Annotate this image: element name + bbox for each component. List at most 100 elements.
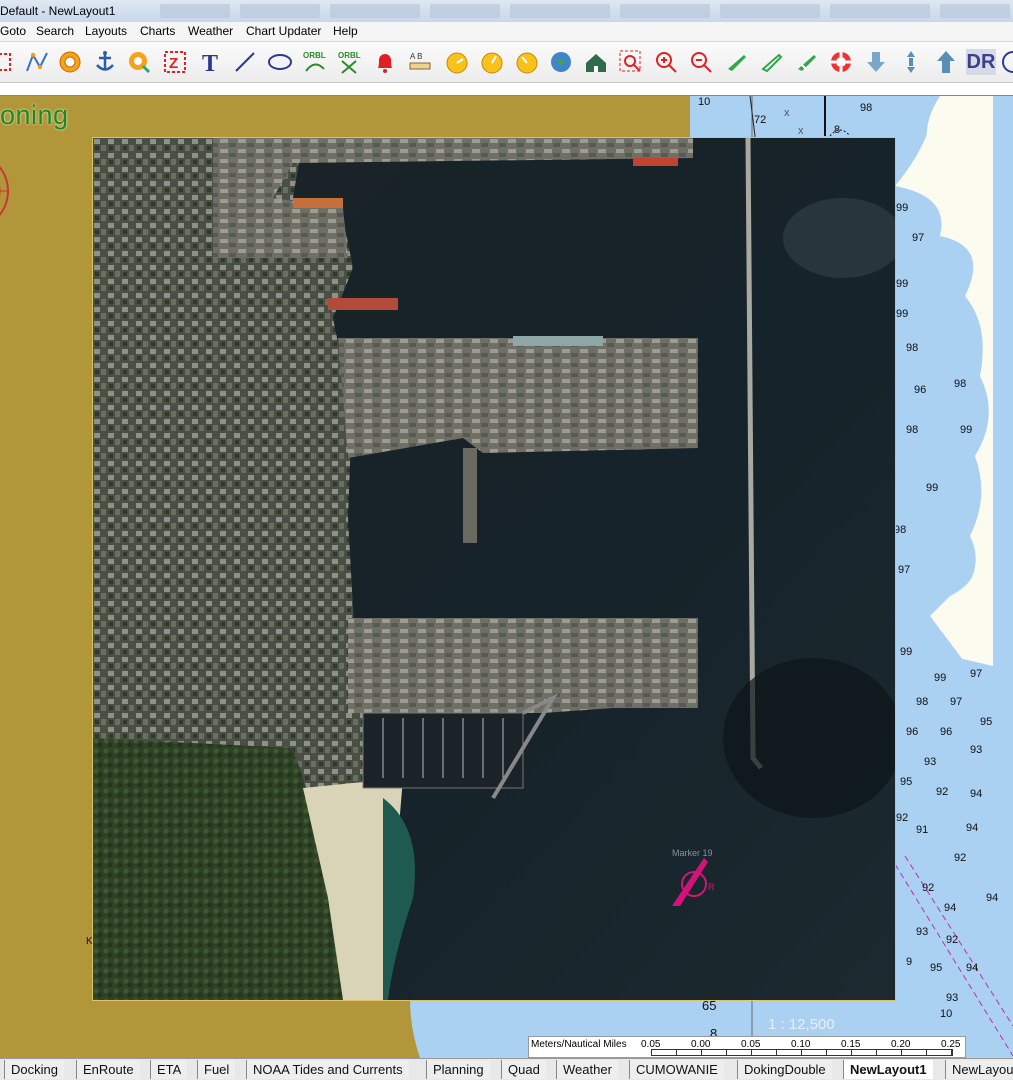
tab-newlayout1[interactable]: NewLayout1 xyxy=(843,1060,933,1079)
depth-sounding: 92 xyxy=(946,934,959,946)
menu-layouts[interactable]: Layouts xyxy=(82,22,130,41)
depth-sounding: 96 xyxy=(914,384,927,396)
tab-docking[interactable]: Docking xyxy=(4,1060,64,1079)
depth-sounding: 99 xyxy=(896,308,909,320)
chart-view[interactable]: x x 10 98 72 8 99 97 99 99 98 96 98 98 9… xyxy=(0,96,1013,1058)
svg-text:R: R xyxy=(708,882,715,892)
extra-tool-icon[interactable] xyxy=(998,47,1013,77)
depth-sounding: 98 xyxy=(906,342,919,354)
orbl-cross-icon[interactable]: ORBL xyxy=(335,47,365,77)
anchor-tool-icon[interactable] xyxy=(90,47,120,77)
svg-text:x: x xyxy=(798,125,804,137)
compass-rose-icon xyxy=(0,166,9,216)
menu-goto[interactable]: Goto xyxy=(0,22,29,41)
route-icon[interactable] xyxy=(22,47,52,77)
depth-sounding: 97 xyxy=(912,232,925,244)
depth-sounding: 92 xyxy=(896,812,909,824)
depth-sounding: 91 xyxy=(916,824,929,836)
orbl-icon[interactable]: ORBL xyxy=(300,47,330,77)
lifebuoy-icon[interactable] xyxy=(826,47,856,77)
svg-text:Z: Z xyxy=(169,55,178,72)
depth-sounding: 72 xyxy=(754,114,767,126)
depth-sounding: 93 xyxy=(916,926,929,938)
svg-text:x: x xyxy=(784,107,790,119)
tab-weather[interactable]: Weather xyxy=(556,1060,618,1079)
boat-2-icon[interactable] xyxy=(757,47,787,77)
zoom-box-icon[interactable] xyxy=(616,47,646,77)
alarm-bell-icon[interactable] xyxy=(370,47,400,77)
depth-sounding: 98 xyxy=(906,424,919,436)
svg-text:ORBL: ORBL xyxy=(338,51,361,60)
menu-search[interactable]: Search xyxy=(33,22,77,41)
depth-sounding: 96 xyxy=(906,726,919,738)
satellite-imagery xyxy=(93,138,895,1000)
tab-cumowanie[interactable]: CUMOWANIE xyxy=(629,1060,724,1079)
dr-label: DR xyxy=(966,49,996,75)
menu-weather[interactable]: Weather xyxy=(185,22,236,41)
depth-sounding: 96 xyxy=(940,726,953,738)
menu-chart-updater[interactable]: Chart Updater xyxy=(243,22,324,41)
boat-icon[interactable] xyxy=(722,47,752,77)
waypoint-icon[interactable] xyxy=(0,47,18,77)
menu-help[interactable]: Help xyxy=(330,22,361,41)
tab-quad[interactable]: Quad xyxy=(501,1060,546,1079)
depth-sounding: 94 xyxy=(944,902,957,914)
depth-sounding: 10 xyxy=(698,96,711,108)
zone-icon[interactable]: Z xyxy=(160,47,190,77)
home-icon[interactable] xyxy=(581,47,611,77)
circle-target-icon[interactable] xyxy=(442,47,472,77)
depth-sounding: 95 xyxy=(980,716,993,728)
ab-measure-icon[interactable]: A B xyxy=(405,47,435,77)
north-up-icon[interactable] xyxy=(931,47,961,77)
tab-dokingdouble[interactable]: DokingDouble xyxy=(737,1060,832,1079)
depth-sounding: 93 xyxy=(970,744,983,756)
depth-sounding: 92 xyxy=(954,852,967,864)
depth-sounding: 94 xyxy=(986,892,999,904)
marker-icon[interactable]: R xyxy=(668,848,728,908)
satellite-image-overlay[interactable] xyxy=(92,137,896,1001)
download-arrow-icon[interactable] xyxy=(861,47,891,77)
depth-sounding: 10 xyxy=(940,1008,953,1020)
svg-text:A B: A B xyxy=(410,52,422,61)
zoom-out-icon[interactable] xyxy=(686,47,716,77)
tab-eta[interactable]: ETA xyxy=(150,1060,188,1079)
depth-sounding: 97 xyxy=(950,696,963,708)
depth-sounding: 8 xyxy=(834,124,841,136)
depth-sounding: 93 xyxy=(924,756,937,768)
title-bar: Default - NewLayout1 xyxy=(0,0,1013,22)
depth-sounding: 99 xyxy=(934,672,947,684)
tide-icon[interactable] xyxy=(896,47,926,77)
circle-target-3-icon[interactable] xyxy=(512,47,542,77)
tab-fuel[interactable]: Fuel xyxy=(197,1060,236,1079)
boat-3-icon[interactable] xyxy=(792,47,822,77)
depth-sounding: 94 xyxy=(966,962,979,974)
ellipse-tool-icon[interactable] xyxy=(265,47,295,77)
text-tool-icon[interactable]: T xyxy=(195,47,225,77)
depth-sounding: 99 xyxy=(926,482,939,494)
menu-bar: Goto Search Layouts Charts Weather Chart… xyxy=(0,22,1013,42)
tab-newlayout2[interactable]: NewLayou xyxy=(945,1060,1013,1079)
tab-noaa-tides[interactable]: NOAA Tides and Currents xyxy=(246,1060,409,1079)
zoom-in-icon[interactable] xyxy=(651,47,681,77)
depth-sounding: 92 xyxy=(922,882,935,894)
scale-bar: Meters/Nautical Miles 0.05 0.00 0.05 0.1… xyxy=(528,1036,966,1058)
menu-charts[interactable]: Charts xyxy=(137,22,178,41)
dr-button[interactable]: DR xyxy=(966,47,996,77)
globe-icon[interactable] xyxy=(546,47,576,77)
circle-target-2-icon[interactable] xyxy=(477,47,507,77)
depth-sounding: 95 xyxy=(930,962,943,974)
depth-sounding: 99 xyxy=(896,202,909,214)
scale-ruler xyxy=(651,1049,953,1056)
depth-sounding: 99 xyxy=(900,646,913,658)
mark-icon[interactable] xyxy=(124,47,154,77)
tab-enroute[interactable]: EnRoute xyxy=(76,1060,140,1079)
depth-sounding: 99 xyxy=(960,424,973,436)
section-label: oning xyxy=(0,100,69,130)
tab-planning[interactable]: Planning xyxy=(426,1060,490,1079)
depth-sounding: 99 xyxy=(896,278,909,290)
layout-tab-bar: Docking EnRoute ETA Fuel NOAA Tides and … xyxy=(0,1058,1013,1080)
line-tool-icon[interactable] xyxy=(230,47,260,77)
mob-icon[interactable] xyxy=(55,47,85,77)
depth-sounding: 92 xyxy=(936,786,949,798)
depth-sounding: 98 xyxy=(916,696,929,708)
